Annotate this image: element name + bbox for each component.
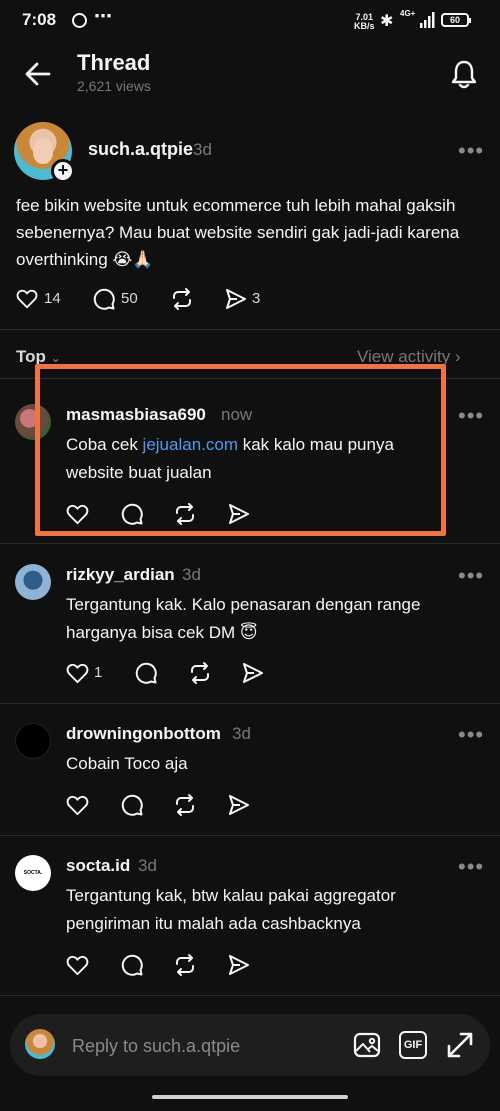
battery-indicator: 60 — [441, 13, 471, 27]
heart-icon[interactable] — [66, 794, 89, 817]
divider — [0, 835, 500, 836]
gif-label: GIF — [403, 1039, 423, 1051]
highlight-box — [35, 364, 446, 536]
reply-text: Cobain Toco aja — [66, 754, 188, 773]
chevron-down-icon: ⌄ — [50, 351, 61, 365]
post-username[interactable]: such.a.qtpie — [88, 139, 193, 160]
views-count: 2,621 views — [77, 78, 151, 94]
reply-timestamp: 3d — [232, 724, 251, 743]
reply-username[interactable]: drowningonbottom — [66, 724, 221, 744]
network-speed: 7.01 KB/s — [354, 12, 375, 31]
like-count: 14 — [44, 290, 61, 307]
reply-username[interactable]: rizkyy_ardian — [66, 565, 175, 585]
comment-icon[interactable] — [120, 793, 144, 817]
gesture-bar — [152, 1095, 348, 1099]
avatar — [25, 1029, 55, 1059]
whatsapp-icon — [72, 13, 87, 28]
follow-plus-button[interactable]: + — [51, 159, 75, 183]
status-more: ⋯ — [94, 6, 113, 26]
reply-text: Tergantung kak. Kalo penasaran dengan ra… — [66, 595, 421, 642]
more-options-icon[interactable]: ••• — [458, 565, 484, 587]
reply-input[interactable] — [70, 1030, 344, 1062]
repost-icon[interactable] — [173, 953, 197, 977]
post-text: fee bikin website untuk ecommerce tuh le… — [16, 196, 460, 269]
page-title: Thread — [77, 50, 151, 75]
more-options-icon[interactable]: ••• — [458, 856, 484, 878]
divider — [0, 329, 500, 330]
share-icon[interactable] — [224, 287, 248, 311]
reply-username[interactable]: socta.id — [66, 856, 130, 876]
like-count: 1 — [94, 664, 103, 681]
repost-icon[interactable] — [173, 793, 197, 817]
avatar[interactable]: SOCTA. — [15, 855, 51, 891]
heart-icon[interactable] — [66, 662, 89, 685]
divider — [0, 703, 500, 704]
reply-text: Tergantung kak, btw kalau pakai aggregat… — [66, 886, 396, 933]
share-icon[interactable] — [227, 953, 251, 977]
network-type: 4G+ — [400, 9, 416, 18]
bluetooth-icon: ✱ — [380, 13, 394, 30]
share-count: 3 — [252, 290, 261, 307]
more-options-icon[interactable]: ••• — [458, 140, 484, 162]
heart-icon[interactable] — [16, 288, 38, 310]
comment-count: 50 — [121, 290, 138, 307]
bell-icon[interactable] — [448, 58, 480, 90]
post-timestamp: 3d — [193, 140, 212, 159]
share-icon[interactable] — [241, 661, 265, 685]
reply-timestamp: 3d — [138, 856, 157, 875]
repost-icon[interactable] — [170, 287, 194, 311]
expand-icon[interactable] — [444, 1029, 476, 1061]
divider — [0, 543, 500, 544]
back-arrow-icon[interactable] — [22, 58, 54, 90]
avatar[interactable] — [15, 564, 51, 600]
image-icon[interactable] — [352, 1030, 382, 1060]
repost-icon[interactable] — [188, 661, 212, 685]
avatar[interactable] — [15, 723, 51, 759]
comment-icon[interactable] — [120, 953, 144, 977]
comment-icon[interactable] — [92, 287, 116, 311]
reply-timestamp: 3d — [182, 565, 201, 584]
share-icon[interactable] — [227, 793, 251, 817]
heart-icon[interactable] — [66, 954, 89, 977]
avatar-logo-text: SOCTA. — [23, 870, 43, 876]
chevron-right-icon: › — [454, 347, 461, 366]
gif-button[interactable]: GIF — [399, 1031, 427, 1059]
signal-icon — [420, 12, 435, 28]
divider — [0, 995, 500, 996]
status-time: 7:08 — [22, 10, 57, 29]
comment-icon[interactable] — [134, 661, 158, 685]
more-options-icon[interactable]: ••• — [458, 405, 484, 427]
more-options-icon[interactable]: ••• — [458, 724, 484, 746]
